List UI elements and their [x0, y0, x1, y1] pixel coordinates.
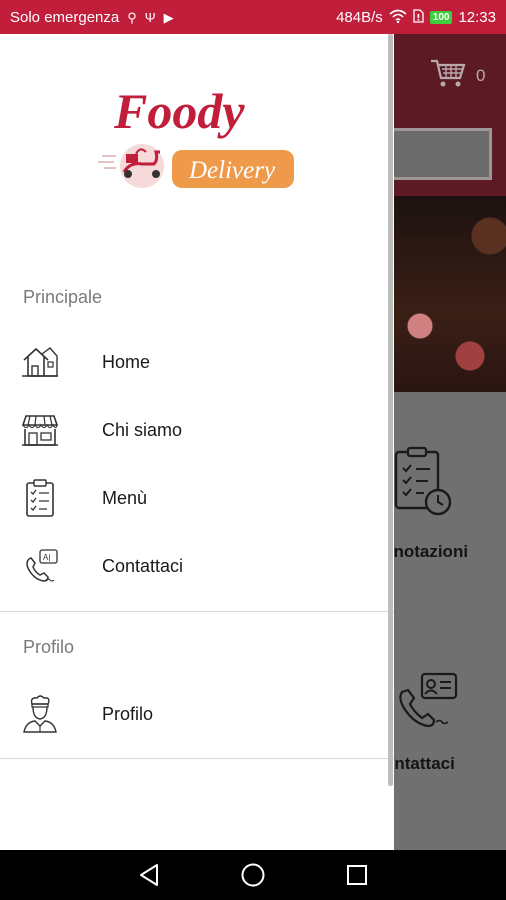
status-bar: Solo emergenza ⚲ Ψ ▶ 484B/s 100 12:33 [0, 0, 506, 34]
cart-button[interactable]: 0 [430, 58, 485, 93]
chef-icon [20, 694, 60, 734]
store-icon [20, 410, 60, 450]
section-title-main: Principale [23, 287, 103, 307]
navigation-drawer: Foody Delivery Principale Home Chi siamo… [0, 34, 394, 850]
section-divider [0, 611, 394, 612]
system-navigation-bar [0, 850, 506, 900]
nav-item-label: Profilo [102, 703, 154, 724]
logo-tagline-text: Delivery [188, 157, 276, 184]
banner-image [390, 196, 506, 392]
cart-count: 0 [476, 65, 486, 85]
battery-indicator: 100 [429, 10, 453, 24]
scooter-icon [98, 144, 164, 188]
logo-brand-text: Foody [113, 83, 245, 139]
wifi-icon [389, 9, 407, 25]
nav-item-about[interactable]: Chi siamo [0, 398, 394, 462]
nav-item-contact[interactable]: A| Contattaci [0, 534, 394, 598]
clock: 12:33 [458, 8, 496, 26]
recents-icon[interactable] [346, 864, 368, 886]
nav-item-label: Contattaci [102, 555, 184, 576]
usb-icon: ⚲ [127, 9, 137, 25]
house-icon [20, 342, 60, 382]
cart-icon [430, 58, 466, 93]
tile-label-contacts[interactable]: ontattaci [384, 754, 455, 774]
clipboard-icon [20, 478, 60, 518]
nav-item-label: Chi siamo [102, 419, 183, 440]
foody-delivery-logo: Foody Delivery [96, 82, 306, 202]
nav-item-home[interactable]: Home [0, 330, 394, 394]
contact-icon [396, 672, 460, 737]
svg-text:A|: A| [43, 553, 50, 562]
section-title-profile: Profilo [23, 637, 75, 657]
nav-item-label: Menù [102, 487, 148, 508]
carrier-text: Solo emergenza [10, 8, 120, 26]
back-icon[interactable] [138, 863, 160, 887]
reservation-icon [392, 446, 454, 525]
phone-chat-icon: A| [20, 546, 60, 586]
play-store-icon: ▶ [163, 9, 174, 25]
nav-item-profile[interactable]: Profilo [0, 682, 394, 746]
search-input[interactable] [390, 128, 492, 180]
network-speed: 484B/s [336, 8, 383, 26]
nav-item-menu[interactable]: Menù [0, 466, 394, 530]
nav-item-label: Home [102, 351, 151, 372]
section-divider [0, 758, 394, 759]
drawer-scrollbar[interactable] [388, 34, 393, 786]
usb-icon: Ψ [144, 9, 156, 25]
tile-label-reservations[interactable]: enotazioni [384, 542, 468, 562]
sim-icon [413, 9, 424, 25]
home-circle-icon[interactable] [240, 862, 266, 888]
